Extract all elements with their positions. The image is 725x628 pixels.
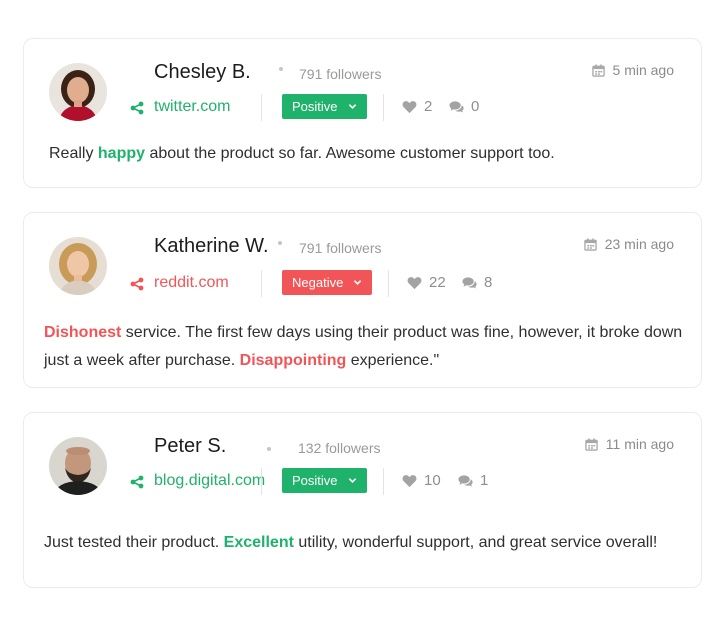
sentiment-dropdown[interactable]: Positive <box>282 468 367 493</box>
comment-icon <box>458 474 473 487</box>
sentiment-label: Negative <box>292 275 344 290</box>
post-card: Chesley B. 791 followers 5 min ago twitt… <box>23 38 702 188</box>
divider <box>383 94 384 121</box>
likes[interactable]: 10 <box>402 472 441 489</box>
post-text-segment: experience." <box>346 352 440 369</box>
follower-count: 791 followers <box>299 66 382 82</box>
follower-count: 791 followers <box>299 240 382 256</box>
time-label: 23 min ago <box>604 236 674 252</box>
like-count: 22 <box>429 274 446 291</box>
sentiment-keyword: happy <box>97 145 146 162</box>
chevron-down-icon <box>348 478 356 483</box>
calendar-icon <box>583 237 597 251</box>
follower-count: 132 followers <box>298 440 381 456</box>
divider <box>383 468 384 495</box>
author-name[interactable]: Peter S. <box>154 435 226 458</box>
likes[interactable]: 22 <box>407 274 446 291</box>
divider <box>388 270 389 297</box>
comments[interactable]: 8 <box>462 274 492 291</box>
divider <box>261 94 262 121</box>
comment-icon <box>449 100 464 113</box>
post-time: 23 min ago <box>583 236 674 252</box>
divider <box>261 468 262 495</box>
comments[interactable]: 0 <box>449 98 479 115</box>
author-name[interactable]: Katherine W. <box>154 235 269 258</box>
post-text-segment: Really <box>49 145 98 162</box>
sentiment-keyword: Disappointing <box>239 352 347 369</box>
comment-icon <box>462 276 477 289</box>
sentiment-keyword: Excellent <box>223 534 294 551</box>
separator-dot <box>267 447 271 451</box>
avatar[interactable] <box>49 63 107 121</box>
post-text: Just tested their product. Excellent uti… <box>44 529 689 557</box>
heart-icon <box>407 276 422 289</box>
post-card: Katherine W. 791 followers 23 min ago re… <box>23 212 702 388</box>
source-link[interactable]: blog.digital.com <box>154 472 265 490</box>
separator-dot <box>278 241 282 245</box>
share-icon <box>130 101 144 115</box>
time-label: 5 min ago <box>612 62 674 78</box>
comment-count: 1 <box>480 472 489 489</box>
avatar[interactable] <box>49 437 107 495</box>
post-text-segment: about the product so far. Awesome custom… <box>145 145 555 162</box>
sentiment-keyword: Dishonest <box>44 324 122 341</box>
source-link[interactable]: twitter.com <box>154 98 230 116</box>
post-text-segment: utility, wonderful support, and great se… <box>293 534 658 551</box>
share-icon <box>130 277 144 291</box>
calendar-icon <box>591 63 605 77</box>
comment-count: 0 <box>471 98 480 115</box>
comments[interactable]: 1 <box>458 472 488 489</box>
avatar[interactable] <box>49 237 107 295</box>
likes[interactable]: 2 <box>402 98 432 115</box>
separator-dot <box>279 67 283 71</box>
chevron-down-icon <box>348 104 356 109</box>
post-text: Dishonest service. The first few days us… <box>44 319 689 375</box>
chevron-down-icon <box>354 280 362 285</box>
sentiment-dropdown[interactable]: Negative <box>282 270 373 295</box>
comment-count: 8 <box>484 274 493 291</box>
post-text: Really happy about the product so far. A… <box>49 140 679 168</box>
sentiment-label: Positive <box>292 99 338 114</box>
post-text-segment: Just tested their product. <box>44 534 224 551</box>
post-card: Peter S. 132 followers 11 min ago blog.d… <box>23 412 702 588</box>
sentiment-label: Positive <box>292 473 338 488</box>
author-name[interactable]: Chesley B. <box>154 61 251 84</box>
time-label: 11 min ago <box>605 436 674 452</box>
share-icon <box>130 475 144 489</box>
heart-icon <box>402 100 417 113</box>
calendar-icon <box>585 437 598 451</box>
source-link[interactable]: reddit.com <box>154 274 229 292</box>
post-time: 5 min ago <box>591 62 674 78</box>
like-count: 10 <box>424 472 441 489</box>
divider <box>261 270 262 297</box>
heart-icon <box>402 474 417 487</box>
sentiment-dropdown[interactable]: Positive <box>282 94 367 119</box>
post-time: 11 min ago <box>585 436 674 452</box>
like-count: 2 <box>424 98 433 115</box>
